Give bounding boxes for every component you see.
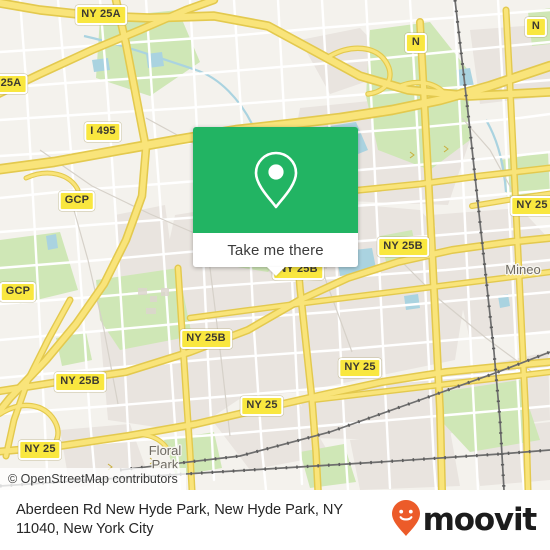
osm-attribution-text: © OpenStreetMap contributors bbox=[8, 472, 178, 486]
popup-card-header bbox=[193, 127, 358, 233]
route-shield: NY 25B bbox=[377, 237, 429, 257]
map-screenshot: NY 25A 25A I 495 GCP GCP NY 25B NY 25B NY 25 NY … bbox=[0, 0, 550, 550]
moovit-smiley-pin-icon bbox=[391, 499, 421, 542]
footer-bar: Aberdeen Rd New Hyde Park, New Hyde Park… bbox=[0, 490, 550, 550]
address-text: Aberdeen Rd New Hyde Park, New Hyde Park… bbox=[16, 502, 343, 537]
route-shield: NY 25B bbox=[54, 372, 106, 392]
route-shield: NY 25 bbox=[240, 396, 284, 416]
route-shield: I 495 bbox=[84, 122, 122, 142]
take-me-there-label: Take me there bbox=[227, 241, 324, 259]
route-shield: NY 25A bbox=[75, 5, 127, 25]
route-shield: GCP bbox=[58, 191, 96, 211]
route-shield: N bbox=[524, 17, 548, 37]
route-shield: N bbox=[404, 33, 428, 53]
location-popup-card[interactable]: Take me there bbox=[193, 127, 358, 276]
popup-card-footer[interactable]: Take me there bbox=[193, 233, 358, 276]
route-shield: GCP bbox=[0, 282, 37, 302]
route-shield: NY 25B bbox=[180, 329, 232, 349]
osm-attribution[interactable]: © OpenStreetMap contributors bbox=[0, 468, 186, 490]
popup-pointer-tail bbox=[266, 267, 285, 276]
route-shield: 25A bbox=[0, 74, 28, 94]
map-pin-icon bbox=[250, 149, 302, 211]
route-shield: NY 25 bbox=[338, 358, 382, 378]
route-shield: NY 25 bbox=[18, 440, 62, 460]
moovit-wordmark: moovit bbox=[422, 501, 538, 538]
map-canvas[interactable]: NY 25A 25A I 495 GCP GCP NY 25B NY 25B NY 25 NY … bbox=[0, 0, 550, 490]
route-shield: NY 25 bbox=[510, 196, 550, 216]
moovit-logo[interactable]: moovit bbox=[391, 499, 538, 542]
